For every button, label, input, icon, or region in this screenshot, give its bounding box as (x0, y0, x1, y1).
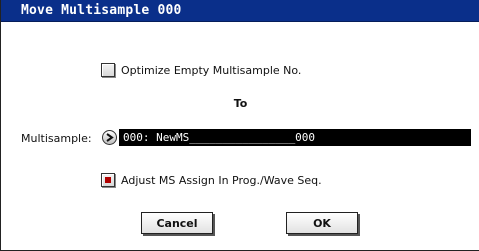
multisample-label: Multisample: (21, 132, 92, 145)
ok-button[interactable]: OK (286, 212, 358, 234)
adjust-option[interactable]: Adjust MS Assign In Prog./Wave Seq. (101, 172, 322, 188)
optimize-label: Optimize Empty Multisample No. (121, 63, 302, 77)
multisample-field[interactable]: 000: NewMS________________000 (119, 129, 471, 146)
adjust-checkbox[interactable] (101, 173, 115, 187)
cancel-button[interactable]: Cancel (141, 212, 213, 234)
title-bar: Move Multisample 000 (1, 0, 479, 22)
move-multisample-dialog: Move Multisample 000 Optimize Empty Mult… (0, 0, 479, 251)
to-label: To (233, 97, 248, 110)
multisample-select-button[interactable] (102, 130, 117, 145)
optimize-option[interactable]: Optimize Empty Multisample No. (101, 62, 301, 78)
adjust-label: Adjust MS Assign In Prog./Wave Seq. (121, 173, 322, 187)
dialog-title: Move Multisample 000 (21, 3, 182, 18)
chevron-right-icon (106, 133, 114, 142)
optimize-checkbox[interactable] (101, 63, 115, 77)
